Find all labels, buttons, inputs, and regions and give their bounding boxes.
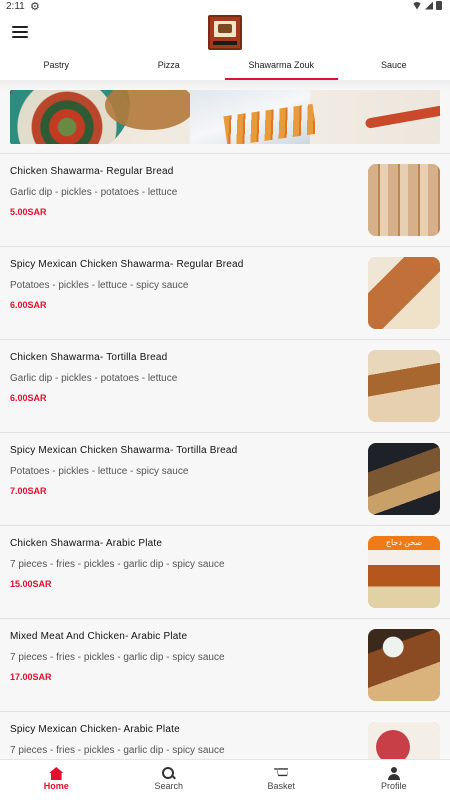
- tabs-divider: [0, 80, 450, 90]
- status-bar: 2:11 ⚙: [0, 0, 450, 14]
- profile-icon: [387, 767, 401, 780]
- wifi-icon: [412, 1, 422, 10]
- product-price: 7.00SAR: [10, 486, 47, 496]
- search-icon: [161, 767, 176, 780]
- product-name: Chicken Shawarma- Arabic Plate: [10, 538, 163, 549]
- product-card[interactable]: Chicken Shawarma- Regular Bread Garlic d…: [0, 153, 450, 246]
- tab-sauce[interactable]: Sauce: [338, 54, 450, 80]
- promo-banner[interactable]: [10, 90, 440, 144]
- hamburger-menu-icon[interactable]: [12, 26, 28, 38]
- nav-home[interactable]: Home: [0, 760, 113, 800]
- category-tabs: Pastry Pizza Shawarma Zouk Sauce: [0, 54, 450, 80]
- product-name: Chicken Shawarma- Regular Bread: [10, 166, 174, 177]
- product-description: 7 pieces - fries - pickles - garlic dip …: [10, 745, 225, 756]
- product-name: Mixed Meat And Chicken- Arabic Plate: [10, 631, 188, 642]
- tab-label: Pastry: [43, 60, 69, 70]
- signal-icon: [425, 1, 433, 10]
- product-card[interactable]: Mixed Meat And Chicken- Arabic Plate 7 p…: [0, 618, 450, 711]
- tab-pizza[interactable]: Pizza: [113, 54, 226, 80]
- product-card[interactable]: Spicy Mexican Chicken Shawarma- Tortilla…: [0, 432, 450, 525]
- product-image[interactable]: [368, 443, 440, 515]
- home-icon: [49, 767, 64, 780]
- product-name: Chicken Shawarma- Tortilla Bread: [10, 352, 168, 363]
- tab-label: Shawarma Zouk: [248, 60, 315, 70]
- product-card[interactable]: Chicken Shawarma- Tortilla Bread Garlic …: [0, 339, 450, 432]
- tab-pastry[interactable]: Pastry: [0, 54, 113, 80]
- product-description: Potatoes - pickles - lettuce - spicy sau…: [10, 466, 189, 477]
- app-header: [0, 14, 450, 54]
- status-time: 2:11: [6, 1, 25, 12]
- nav-label: Home: [43, 781, 69, 791]
- product-name: Spicy Mexican Chicken Shawarma- Regular …: [10, 259, 244, 270]
- product-description: Garlic dip - pickles - potatoes - lettuc…: [10, 187, 178, 198]
- tab-label: Pizza: [157, 60, 180, 70]
- nav-profile[interactable]: Profile: [338, 760, 450, 800]
- nav-label: Profile: [380, 781, 407, 791]
- bottom-navigation: Home Search Basket Profile: [0, 759, 450, 800]
- image-caption: صحن دجاج: [368, 536, 440, 550]
- nav-basket[interactable]: Basket: [225, 760, 338, 800]
- tab-label: Sauce: [380, 60, 407, 70]
- product-price: 15.00SAR: [10, 579, 52, 589]
- product-price: 17.00SAR: [10, 672, 52, 682]
- nav-search[interactable]: Search: [113, 760, 226, 800]
- tab-shawarma-zouk[interactable]: Shawarma Zouk: [225, 54, 338, 80]
- restaurant-logo: [208, 15, 242, 50]
- product-description: Garlic dip - pickles - potatoes - lettuc…: [10, 373, 178, 384]
- product-description: Potatoes - pickles - lettuce - spicy sau…: [10, 280, 189, 291]
- product-description: 7 pieces - fries - pickles - garlic dip …: [10, 559, 225, 570]
- gear-icon: ⚙: [30, 1, 40, 13]
- product-price: 5.00SAR: [10, 207, 47, 217]
- app-root: 2:11 ⚙ Pastry Pizza Shawarma Zouk Sauce …: [0, 0, 450, 800]
- product-name: Spicy Mexican Chicken- Arabic Plate: [10, 724, 180, 735]
- product-description: 7 pieces - fries - pickles - garlic dip …: [10, 652, 225, 663]
- battery-icon: [436, 1, 442, 10]
- product-name: Spicy Mexican Chicken Shawarma- Tortilla…: [10, 445, 238, 456]
- product-image[interactable]: صحن دجاج: [368, 536, 440, 608]
- product-price: 6.00SAR: [10, 300, 47, 310]
- basket-icon: [274, 768, 289, 777]
- product-list: Chicken Shawarma- Regular Bread Garlic d…: [0, 153, 450, 800]
- product-card[interactable]: Chicken Shawarma- Arabic Plate 7 pieces …: [0, 525, 450, 618]
- product-image[interactable]: [368, 164, 440, 236]
- product-image[interactable]: [368, 629, 440, 701]
- nav-label: Basket: [267, 781, 295, 791]
- product-price: 6.00SAR: [10, 393, 47, 403]
- product-card[interactable]: Spicy Mexican Chicken Shawarma- Regular …: [0, 246, 450, 339]
- product-image[interactable]: [368, 350, 440, 422]
- nav-label: Search: [154, 781, 184, 791]
- status-icons: [412, 1, 442, 10]
- product-image[interactable]: [368, 257, 440, 329]
